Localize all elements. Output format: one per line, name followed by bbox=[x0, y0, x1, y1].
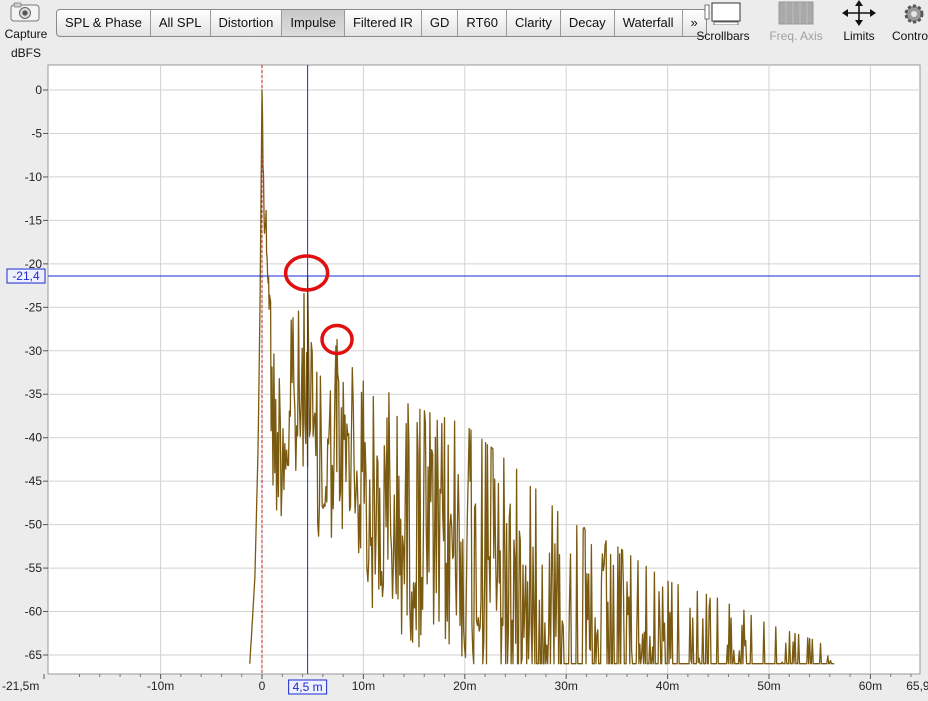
y-tick-label: -45 bbox=[25, 474, 43, 488]
tab-decay[interactable]: Decay bbox=[561, 10, 615, 36]
controls-button[interactable]: Controls bbox=[888, 0, 928, 62]
tab-spl-phase[interactable]: SPL & Phase bbox=[57, 10, 151, 36]
x-tick-label: 10m bbox=[352, 679, 375, 693]
tab-all-spl[interactable]: All SPL bbox=[151, 10, 211, 36]
y-tick-label: -30 bbox=[25, 344, 43, 358]
y-tick-label: -25 bbox=[25, 300, 43, 314]
x-tick-label: -21,5m bbox=[2, 679, 39, 693]
x-tick-label: 40m bbox=[656, 679, 679, 693]
y-tick-label: -50 bbox=[25, 518, 43, 532]
y-tick-label: -15 bbox=[25, 213, 43, 227]
tab-distortion[interactable]: Distortion bbox=[211, 10, 283, 36]
x-tick-label: 50m bbox=[757, 679, 780, 693]
limits-arrows-icon bbox=[842, 0, 876, 26]
y-unit-label: dBFS bbox=[10, 46, 41, 60]
x-tick-label: 20m bbox=[453, 679, 476, 693]
y-tick-label: -35 bbox=[25, 387, 43, 401]
tab-waterfall[interactable]: Waterfall bbox=[615, 10, 683, 36]
camera-icon bbox=[10, 2, 40, 22]
scrollbars-button[interactable]: Scrollbars bbox=[688, 0, 758, 62]
y-tick-label: -40 bbox=[25, 431, 43, 445]
limits-button[interactable]: Limits bbox=[834, 0, 884, 62]
capture-button[interactable]: Capture dBFS bbox=[0, 0, 52, 62]
freq-axis-button[interactable]: Freq. Axis bbox=[762, 0, 830, 62]
tab-filtered-ir[interactable]: Filtered IR bbox=[345, 10, 422, 36]
y-tick-label: -10 bbox=[25, 170, 43, 184]
scrollbars-label: Scrollbars bbox=[696, 29, 750, 43]
y-axis-ticks: 0-5-10-15-20-25-30-35-40-45-50-55-60-65 bbox=[25, 83, 48, 662]
y-tick-label: 0 bbox=[35, 83, 42, 97]
limits-label: Limits bbox=[843, 29, 875, 43]
x-tick-label: 0 bbox=[259, 679, 266, 693]
controls-label: Controls bbox=[892, 29, 928, 43]
x-tick-label: 65,9m bbox=[906, 679, 928, 693]
freq-axis-icon bbox=[778, 1, 814, 25]
y-tick-label: -65 bbox=[25, 648, 43, 662]
gear-icon bbox=[904, 4, 924, 24]
tab-gd[interactable]: GD bbox=[422, 10, 459, 36]
capture-label: Capture bbox=[4, 27, 48, 41]
impulse-graph[interactable]: 0 -5 -10 -15 -20 -25 -30 -35 -40 -45 -50 -55 -60 -65 … bbox=[0, 62, 928, 696]
x-tick-label: 60m bbox=[859, 679, 882, 693]
x-tick-label: -10m bbox=[147, 679, 174, 693]
graph-tabs: SPL & Phase All SPL Distortion Impulse F… bbox=[56, 9, 707, 37]
freq-axis-label: Freq. Axis bbox=[769, 29, 823, 43]
cursor-y-readout: -21,4 bbox=[12, 269, 40, 283]
tab-clarity[interactable]: Clarity bbox=[507, 10, 561, 36]
y-tick-label: -55 bbox=[25, 561, 43, 575]
toolbar: Capture dBFS SPL & Phase All SPL Distort… bbox=[0, 0, 928, 62]
y-tick-label: -60 bbox=[25, 605, 43, 619]
cursor-x-readout: 4,5 m bbox=[293, 680, 323, 694]
scrollbars-icon bbox=[704, 2, 741, 25]
x-axis-ticks: -21,5m -10m 0 10m 20m 30m 40m 50m 60m 65,9m bbox=[2, 674, 928, 693]
tab-impulse[interactable]: Impulse bbox=[282, 10, 345, 36]
impulse-chart[interactable]: 0-5-10-15-20-25-30-35-40-45-50-55-60-65 … bbox=[0, 62, 928, 696]
y-tick-label: -5 bbox=[31, 126, 42, 140]
x-tick-label: 30m bbox=[555, 679, 578, 693]
tab-rt60[interactable]: RT60 bbox=[458, 10, 507, 36]
